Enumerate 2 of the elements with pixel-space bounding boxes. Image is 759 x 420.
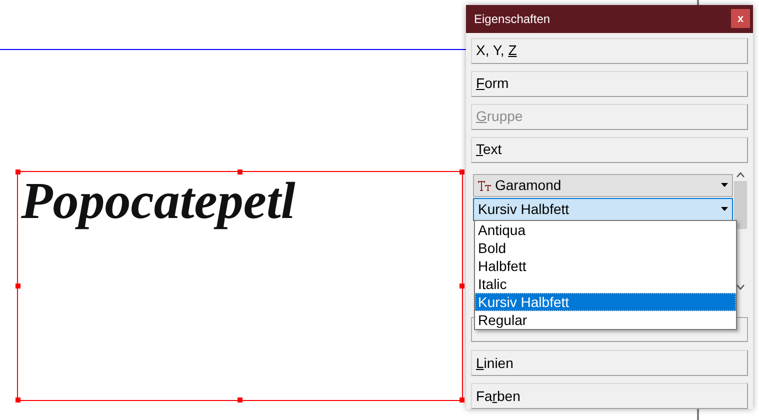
window-title: Eigenschaften <box>474 10 550 28</box>
canvas-text: Popocatepetl <box>21 176 296 228</box>
